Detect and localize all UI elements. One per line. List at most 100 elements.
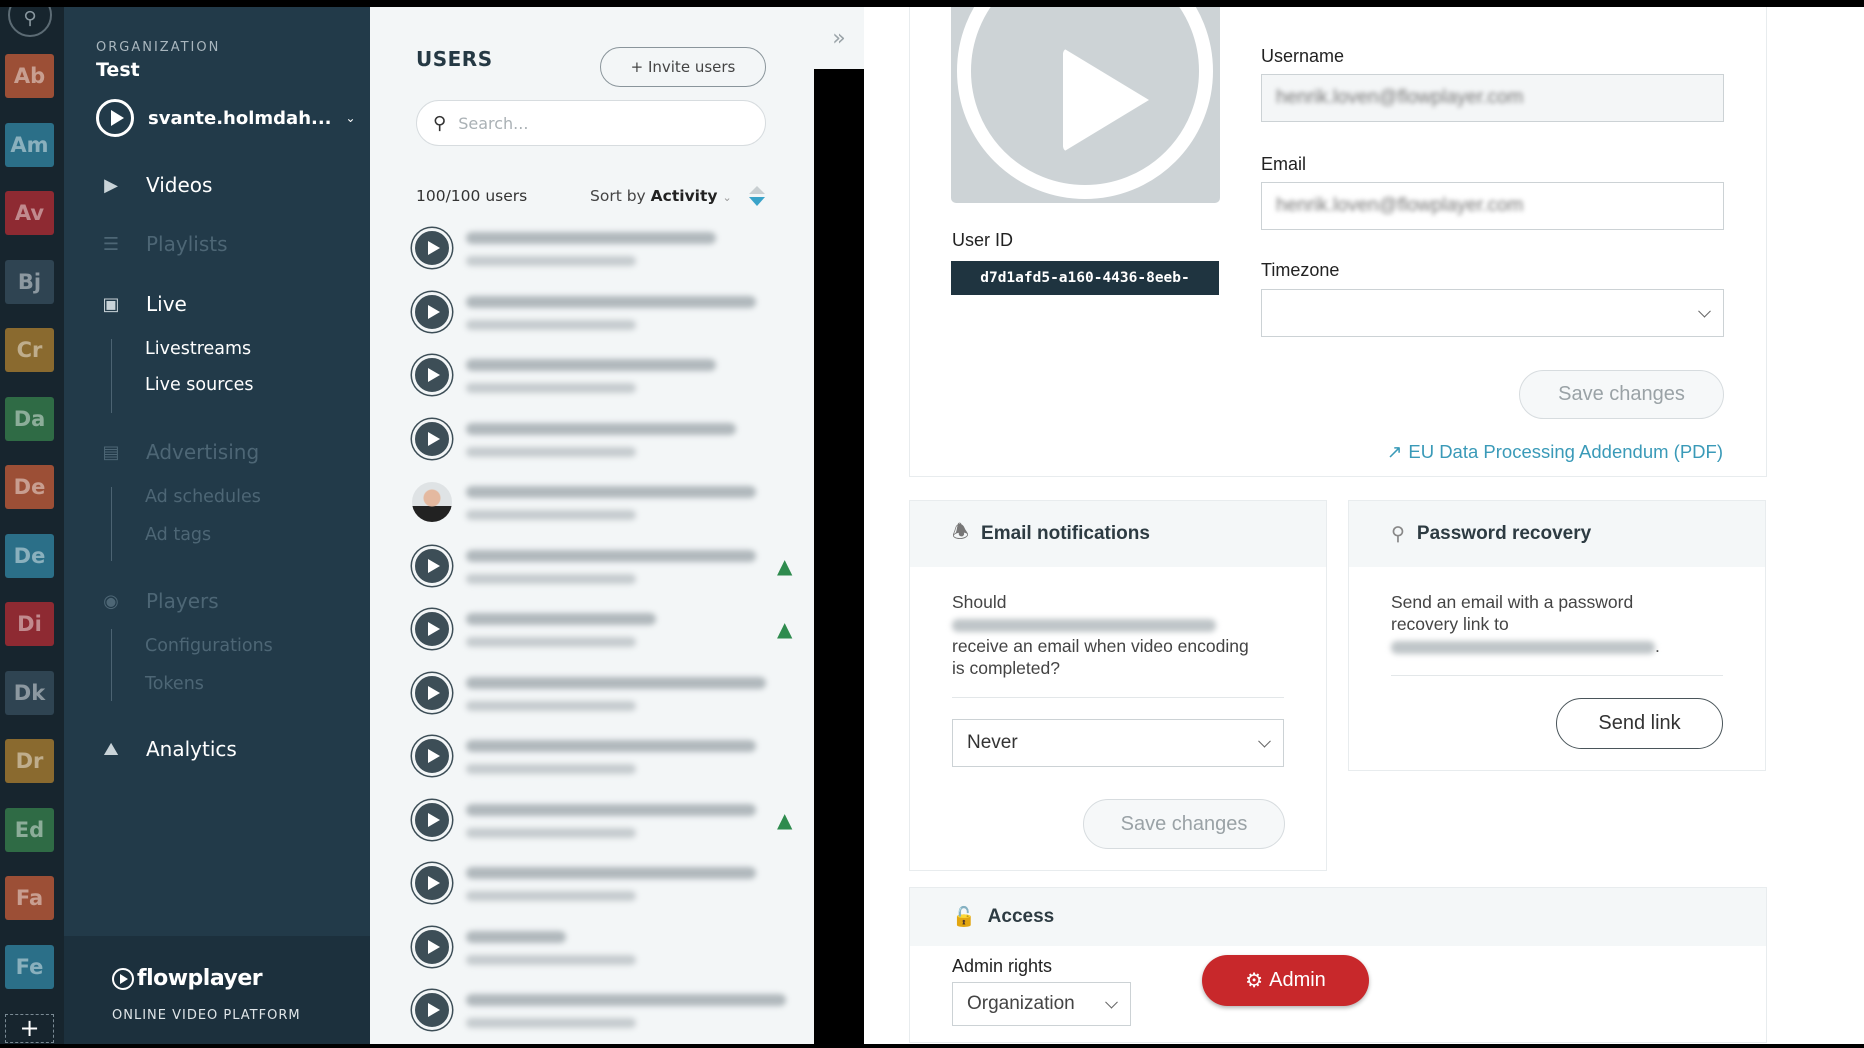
sort-label: Sort by bbox=[590, 187, 646, 205]
save-changes-button[interactable]: Save changes bbox=[1083, 799, 1285, 849]
question-prefix: Should bbox=[952, 592, 1007, 612]
user-list-item[interactable]: ▲ bbox=[370, 795, 814, 851]
user-id-value[interactable]: d7d1afd5-a160-4436-8eeb- bbox=[951, 261, 1219, 295]
search-icon[interactable]: ⚲ bbox=[8, 7, 52, 37]
sidebar-item-label: Live bbox=[146, 292, 187, 316]
save-changes-button[interactable]: Save changes bbox=[1519, 370, 1724, 419]
organization-tile[interactable]: Dk bbox=[5, 670, 54, 715]
sidebar-item-ad-schedules[interactable]: Ad schedules bbox=[145, 487, 261, 507]
card-title: Email notifications bbox=[981, 523, 1150, 544]
sidebar-item-videos[interactable]: ▶ Videos bbox=[100, 173, 212, 197]
flowplayer-logo: flowplayer bbox=[112, 966, 263, 991]
chevron-down-icon: ⌄ bbox=[722, 191, 732, 204]
select-value: Never bbox=[967, 732, 1018, 753]
organization-tile[interactable]: Cr bbox=[5, 328, 54, 372]
notification-question: Should receive an email when video encodi… bbox=[952, 591, 1252, 679]
user-list[interactable]: ▲ ▲ ▲ bbox=[370, 223, 814, 1043]
redacted-last-active bbox=[466, 764, 636, 774]
sidebar-item-tokens[interactable]: Tokens bbox=[145, 674, 204, 694]
user-list-item[interactable] bbox=[370, 350, 814, 406]
organization-tile[interactable]: Am bbox=[5, 122, 54, 167]
redacted-user-name bbox=[466, 994, 786, 1006]
organization-tile[interactable]: Av bbox=[5, 191, 54, 235]
add-organization-button[interactable]: + bbox=[5, 1014, 54, 1043]
organization-tile[interactable]: Ed bbox=[5, 807, 54, 852]
chevron-down-icon bbox=[1258, 734, 1271, 748]
organization-tile[interactable]: Dr bbox=[5, 739, 54, 783]
organization-tile[interactable]: Bj bbox=[5, 259, 54, 304]
play-avatar-icon bbox=[412, 291, 452, 332]
sidebar-item-players[interactable]: ◉ Players bbox=[100, 589, 219, 613]
panel-title: USERS bbox=[416, 47, 493, 71]
user-menu[interactable]: svante.holmdah... ⌄ bbox=[96, 99, 356, 137]
email-field[interactable]: henrik.loven@flowplayer.com bbox=[1261, 182, 1724, 230]
user-list-item[interactable] bbox=[370, 477, 814, 533]
notification-frequency-select[interactable]: Never bbox=[952, 719, 1284, 767]
sidebar-item-live[interactable]: ▣ Live bbox=[100, 292, 187, 316]
user-list-item[interactable] bbox=[370, 414, 814, 470]
sidebar-item-livestreams[interactable]: Livestreams bbox=[145, 339, 251, 359]
sidebar-item-live-sources[interactable]: Live sources bbox=[145, 375, 254, 395]
user-list-item[interactable]: ▲ bbox=[370, 541, 814, 597]
admin-button[interactable]: ⚙ Admin bbox=[1202, 955, 1369, 1006]
send-link-button[interactable]: Send link bbox=[1556, 698, 1723, 749]
play-avatar-icon bbox=[412, 609, 452, 649]
play-avatar-icon bbox=[412, 418, 452, 459]
sidebar-item-advertising[interactable]: ▤ Advertising bbox=[100, 440, 259, 464]
bell-icon: 🕭 bbox=[952, 522, 970, 543]
gears-icon: ⚙ bbox=[1245, 970, 1264, 992]
redacted-email bbox=[1391, 640, 1655, 654]
organization-tile[interactable]: De bbox=[5, 465, 54, 509]
external-link-icon: ↗ bbox=[1386, 441, 1403, 462]
user-list-item[interactable] bbox=[370, 922, 814, 978]
sort-direction-icon[interactable] bbox=[748, 185, 766, 207]
search-input[interactable] bbox=[458, 113, 739, 133]
organization-tile[interactable]: Da bbox=[5, 396, 54, 441]
user-list-item[interactable]: ▲ bbox=[370, 604, 814, 660]
admin-scope-select[interactable]: Organization bbox=[952, 982, 1131, 1026]
redacted-last-active bbox=[466, 827, 636, 838]
dpa-link[interactable]: ↗ EU Data Processing Addendum (PDF) bbox=[1387, 441, 1723, 463]
user-list-item[interactable] bbox=[370, 858, 814, 914]
user-list-item[interactable] bbox=[370, 731, 814, 787]
divider bbox=[111, 629, 112, 701]
redacted-last-active bbox=[466, 256, 636, 266]
organization-tile[interactable]: Di bbox=[5, 602, 54, 646]
sort-dropdown[interactable]: Sort by Activity ⌄ bbox=[590, 187, 732, 205]
card-header: 🕭 Email notifications bbox=[910, 501, 1326, 567]
organization-tile[interactable]: Fe bbox=[5, 944, 54, 989]
chevron-down-icon bbox=[1105, 995, 1118, 1009]
timezone-select[interactable] bbox=[1261, 289, 1724, 337]
search-icon: ⚲ bbox=[433, 112, 447, 134]
password-recovery-card: ⚲ Password recovery Send an email with a … bbox=[1348, 500, 1766, 771]
sidebar-item-analytics[interactable]: ⛰ Analytics bbox=[100, 737, 237, 761]
invite-users-button[interactable]: + Invite users bbox=[600, 47, 766, 87]
organization-tile[interactable]: Ab bbox=[5, 54, 54, 98]
sidebar-item-playlists[interactable]: ☰ Playlists bbox=[100, 232, 228, 256]
select-value: Organization bbox=[967, 993, 1075, 1014]
user-list-item[interactable] bbox=[370, 223, 814, 279]
username-value: henrik.loven@flowplayer.com bbox=[1276, 87, 1524, 108]
top-edge bbox=[0, 0, 1864, 7]
organization-name: Test bbox=[96, 59, 140, 81]
sidebar-item-configurations[interactable]: Configurations bbox=[145, 636, 273, 656]
chevron-down-icon bbox=[1698, 304, 1711, 318]
recovery-text: Send an email with a password recovery l… bbox=[1391, 592, 1634, 634]
divider bbox=[111, 487, 112, 561]
avatar bbox=[412, 482, 452, 522]
sidebar-item-ad-tags[interactable]: Ad tags bbox=[145, 525, 211, 545]
play-avatar-icon bbox=[412, 545, 452, 586]
sidebar-item-label: Analytics bbox=[146, 737, 237, 761]
collapse-panel-icon[interactable]: » bbox=[814, 7, 864, 69]
user-list-item[interactable] bbox=[370, 985, 814, 1041]
organization-tile[interactable]: Fa bbox=[5, 876, 54, 920]
card-header: 🔓 Access bbox=[910, 888, 1766, 946]
user-list-item[interactable] bbox=[370, 668, 814, 724]
redacted-user-name bbox=[466, 549, 756, 562]
organization-tile[interactable]: De bbox=[5, 533, 54, 578]
redacted-user-name bbox=[466, 422, 736, 435]
username-field[interactable]: henrik.loven@flowplayer.com bbox=[1261, 74, 1724, 122]
play-avatar-icon bbox=[412, 799, 452, 840]
user-list-item[interactable] bbox=[370, 287, 814, 343]
play-avatar-icon bbox=[412, 672, 452, 713]
